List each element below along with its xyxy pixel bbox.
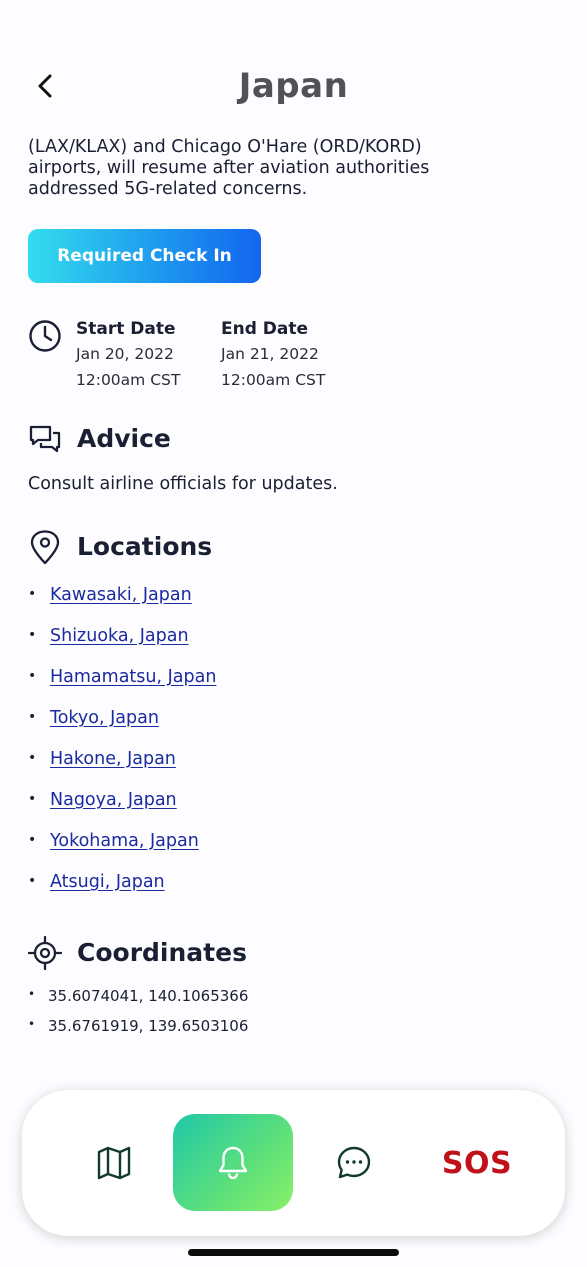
chat-bubble-icon (337, 1146, 371, 1179)
locations-section-header: Locations (28, 528, 568, 568)
list-item: Tokyo, Japan (28, 708, 216, 749)
start-date-label: Start Date (76, 319, 176, 339)
screen: (LAX/KLAX) and Chicago O'Hare (ORD/KORD)… (0, 0, 587, 1267)
bell-icon (218, 1146, 248, 1179)
list-item: Yokohama, Japan (28, 831, 216, 872)
start-date-value: Jan 20, 2022 (76, 345, 174, 363)
clipped-text-strip: (LAX/KLAX) and Chicago O'Hare (ORD/KORD) (28, 126, 568, 140)
coordinates-title: Coordinates (77, 938, 247, 967)
list-item: Kawasaki, Japan (28, 585, 216, 626)
clock-icon (29, 320, 61, 352)
list-item: Shizuoka, Japan (28, 626, 216, 667)
alert-description: (LAX/KLAX) and Chicago O'Hare (ORD/KORD)… (28, 137, 568, 200)
start-date: Start Date Jan 20, 2022 12:00am CST (76, 319, 180, 393)
required-check-in-button[interactable]: Required Check In (28, 229, 261, 283)
location-link[interactable]: Atsugi, Japan (50, 872, 165, 892)
location-link[interactable]: Kawasaki, Japan (50, 585, 192, 605)
page-title: Japan (238, 66, 349, 106)
list-item: 35.6074041, 140.1065366 (28, 987, 248, 1017)
end-date-label: End Date (221, 319, 309, 339)
coordinates-section-header: Coordinates (28, 934, 568, 974)
end-time-value: 12:00am CST (221, 371, 326, 389)
location-link[interactable]: Hamamatsu, Japan (50, 667, 216, 687)
description-line: addressed 5G-related concerns. (28, 179, 308, 199)
location-link[interactable]: Hakone, Japan (50, 749, 176, 769)
map-pin-icon (30, 530, 60, 565)
list-item: Hakone, Japan (28, 749, 216, 790)
nav-chat-button[interactable] (314, 1090, 394, 1236)
location-link[interactable]: Shizuoka, Japan (50, 626, 189, 646)
description-line-clipped: (LAX/KLAX) and Chicago O'Hare (ORD/KORD) (28, 137, 422, 140)
top-bar: Japan (0, 0, 587, 140)
crosshair-icon (28, 936, 62, 970)
nav-sos-button[interactable]: SOS (427, 1090, 527, 1236)
advice-title: Advice (77, 424, 171, 453)
location-link[interactable]: Nagoya, Japan (50, 790, 177, 810)
chat-bubbles-icon (29, 425, 61, 453)
list-item: Nagoya, Japan (28, 790, 216, 831)
map-icon (97, 1146, 131, 1180)
locations-title: Locations (77, 532, 213, 561)
list-item: Hamamatsu, Japan (28, 667, 216, 708)
coordinates-list: 35.6074041, 140.1065366 35.6761919, 139.… (28, 987, 248, 1047)
list-item: 35.6761919, 139.6503106 (28, 1017, 248, 1047)
bottom-navigation: SOS (22, 1090, 565, 1236)
location-link[interactable]: Tokyo, Japan (50, 708, 159, 728)
nav-map-button[interactable] (74, 1090, 154, 1236)
nav-alerts-button[interactable] (173, 1114, 293, 1211)
description-line: airports, will resume after aviation aut… (28, 158, 430, 178)
description-line: (LAX/KLAX) and Chicago O'Hare (ORD/KORD) (28, 137, 422, 157)
locations-list: Kawasaki, Japan Shizuoka, Japan Hamamats… (28, 585, 216, 913)
start-time-value: 12:00am CST (76, 371, 181, 389)
list-item: Atsugi, Japan (28, 872, 216, 913)
end-date: End Date Jan 21, 2022 12:00am CST (221, 319, 325, 393)
advice-section-header: Advice (28, 420, 568, 460)
location-link[interactable]: Yokohama, Japan (50, 831, 199, 851)
advice-text: Consult airline officials for updates. (28, 474, 338, 494)
date-range: Start Date Jan 20, 2022 12:00am CST End … (28, 316, 568, 396)
home-indicator (188, 1249, 399, 1256)
end-date-value: Jan 21, 2022 (221, 345, 319, 363)
